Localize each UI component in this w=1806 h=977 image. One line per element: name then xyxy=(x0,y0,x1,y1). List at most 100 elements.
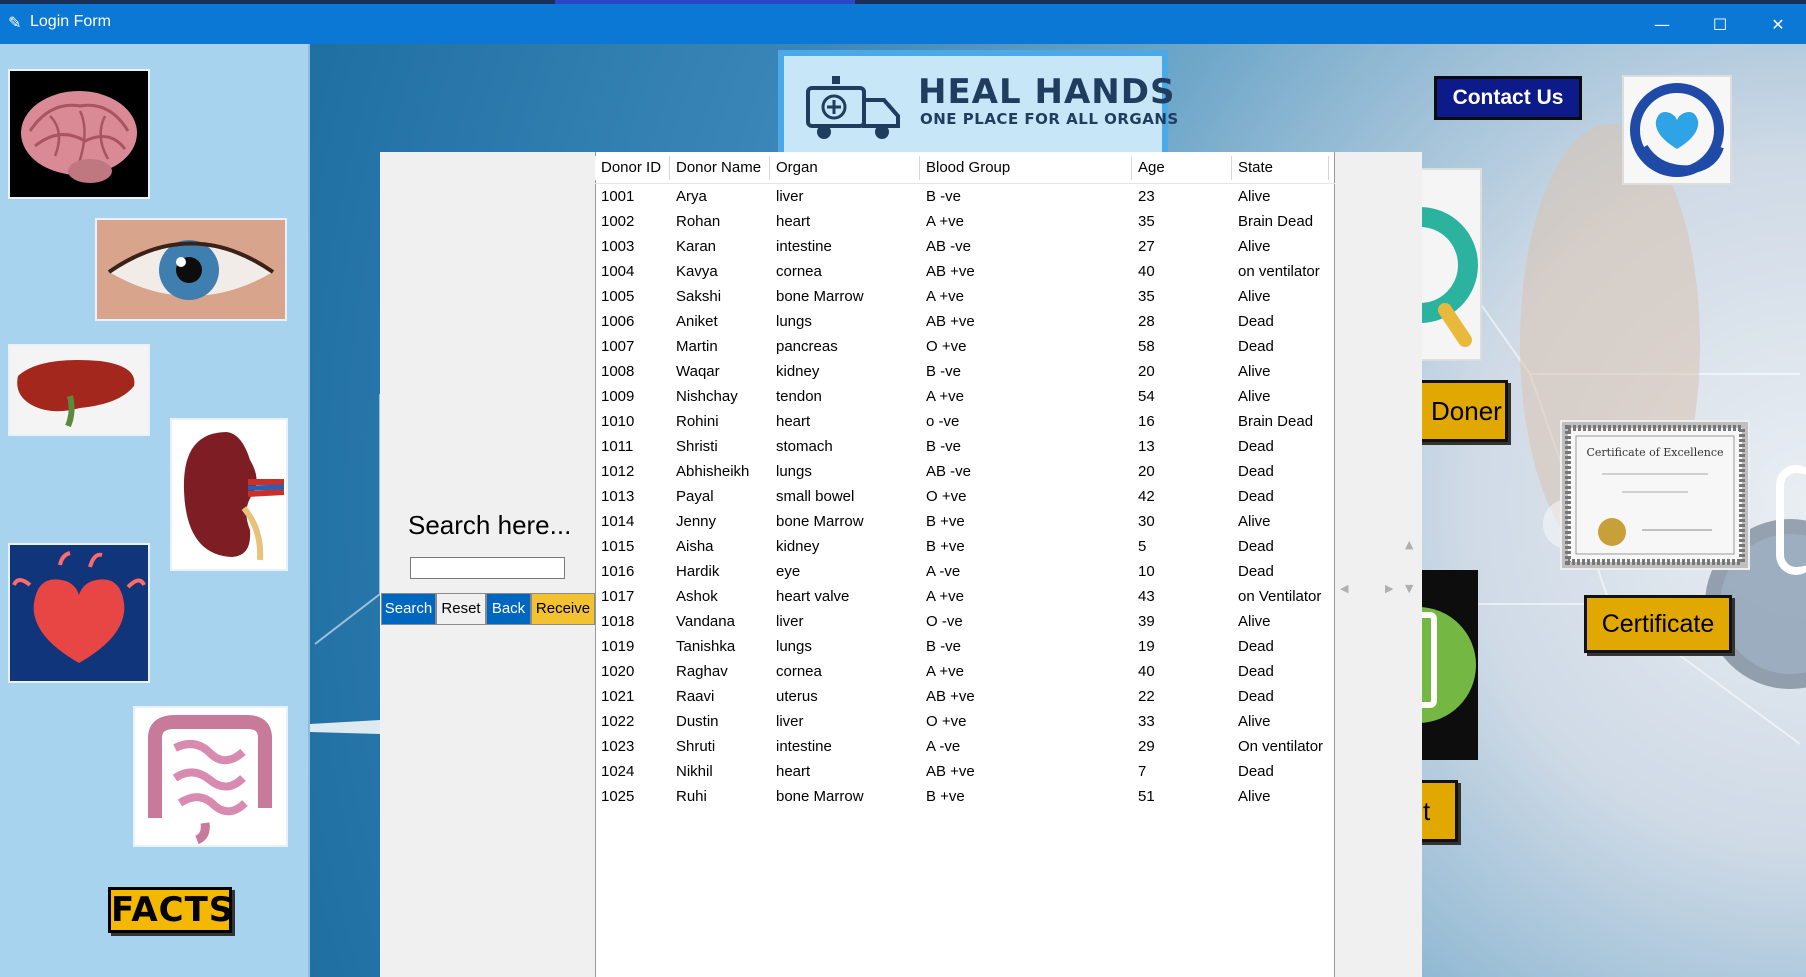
state-cell: Dead xyxy=(1238,338,1274,355)
donor-id-cell: 1002 xyxy=(601,213,635,230)
liver-icon[interactable] xyxy=(8,344,150,436)
maximize-button[interactable]: ☐ xyxy=(1692,4,1748,44)
age-cell: 13 xyxy=(1138,438,1155,455)
column-header-organ[interactable]: Organ xyxy=(770,156,920,180)
organ-cell: eye xyxy=(776,563,801,580)
donor-name-cell: Shruti xyxy=(676,738,716,755)
state-cell: Alive xyxy=(1238,788,1271,805)
scroll-area xyxy=(1335,152,1422,977)
organ-cell: cornea xyxy=(776,263,822,280)
search-label: Search here... xyxy=(408,510,572,540)
doner-button[interactable]: Doner xyxy=(1418,380,1508,442)
donor-name-cell: Ashok xyxy=(676,588,718,605)
donor-name-cell: Martin xyxy=(676,338,718,355)
donor-id-cell: 1012 xyxy=(601,463,635,480)
donor-id-cell: 1014 xyxy=(601,513,635,530)
donor-id-cell: 1013 xyxy=(601,488,635,505)
age-cell: 54 xyxy=(1138,388,1155,405)
organ-cell: bone Marrow xyxy=(776,513,864,530)
search-input[interactable] xyxy=(410,557,565,579)
column-header-blood-group[interactable]: Blood Group xyxy=(920,156,1132,180)
age-cell: 5 xyxy=(1138,538,1147,555)
scroll-down-icon[interactable]: ▼ xyxy=(1405,582,1413,595)
blood-group-cell: B -ve xyxy=(926,363,962,380)
age-cell: 33 xyxy=(1138,713,1155,730)
donor-name-cell: Rohini xyxy=(676,413,719,430)
scroll-up-icon[interactable]: ▲ xyxy=(1405,538,1413,551)
state-cell: Alive xyxy=(1238,288,1271,305)
search-tile-icon[interactable] xyxy=(1418,168,1482,361)
receive-button[interactable]: Receive xyxy=(531,593,595,625)
column-header-donor-id[interactable]: Donor ID xyxy=(595,156,670,180)
donor-name-cell: Aniket xyxy=(676,313,718,330)
blood-group-cell: A +ve xyxy=(926,288,964,305)
state-cell: Dead xyxy=(1238,663,1274,680)
donor-name-cell: Ruhi xyxy=(676,788,707,805)
donor-id-cell: 1024 xyxy=(601,763,635,780)
state-cell: Alive xyxy=(1238,363,1271,380)
age-cell: 20 xyxy=(1138,463,1155,480)
age-cell: 35 xyxy=(1138,213,1155,230)
organ-cell: lungs xyxy=(776,463,812,480)
blood-group-cell: A +ve xyxy=(926,663,964,680)
organ-cell: lungs xyxy=(776,638,812,655)
eye-icon[interactable] xyxy=(95,218,287,321)
state-cell: Dead xyxy=(1238,688,1274,705)
donor-name-cell: Arya xyxy=(676,188,707,205)
organ-cell: heart xyxy=(776,763,811,780)
state-cell: Alive xyxy=(1238,613,1271,630)
contact-us-button[interactable]: Contact Us xyxy=(1434,76,1582,120)
column-header-donor-name[interactable]: Donor Name xyxy=(670,156,770,180)
donor-id-cell: 1005 xyxy=(601,288,635,305)
donor-id-cell: 1004 xyxy=(601,263,635,280)
age-cell: 28 xyxy=(1138,313,1155,330)
state-cell: on ventilator xyxy=(1238,263,1320,280)
blood-group-cell: AB +ve xyxy=(926,263,975,280)
donor-id-cell: 1016 xyxy=(601,563,635,580)
window-titlebar: ✎ Login Form — ☐ ✕ xyxy=(0,0,1806,44)
intestine-icon[interactable] xyxy=(133,706,288,847)
blood-group-cell: B -ve xyxy=(926,438,962,455)
age-cell: 39 xyxy=(1138,613,1155,630)
state-cell: Alive xyxy=(1238,188,1271,205)
close-button[interactable]: ✕ xyxy=(1750,4,1806,44)
blood-group-cell: AB +ve xyxy=(926,688,975,705)
kidney-icon[interactable] xyxy=(170,418,288,571)
age-cell: 7 xyxy=(1138,763,1147,780)
age-cell: 35 xyxy=(1138,288,1155,305)
organ-cell: stomach xyxy=(776,438,833,455)
blood-group-cell: A +ve xyxy=(926,213,964,230)
column-header-age[interactable]: Age xyxy=(1132,156,1232,180)
state-cell: Dead xyxy=(1238,463,1274,480)
minimize-button[interactable]: — xyxy=(1634,4,1690,44)
blood-group-cell: B +ve xyxy=(926,513,965,530)
scroll-left-icon[interactable]: ◀ xyxy=(1340,582,1348,595)
organ-cell: pancreas xyxy=(776,338,838,355)
donor-id-cell: 1007 xyxy=(601,338,635,355)
column-header-state[interactable]: State xyxy=(1232,156,1329,180)
scroll-right-icon[interactable]: ▶ xyxy=(1385,582,1393,595)
state-cell: Alive xyxy=(1238,238,1271,255)
search-button[interactable]: Search xyxy=(381,593,436,625)
certificate-image: Certificate of Excellence xyxy=(1560,420,1750,570)
partial-button[interactable]: t xyxy=(1418,780,1458,842)
donor-id-cell: 1006 xyxy=(601,313,635,330)
green-tile-icon[interactable] xyxy=(1418,570,1478,760)
donor-id-cell: 1008 xyxy=(601,363,635,380)
donor-name-cell: Nishchay xyxy=(676,388,738,405)
organ-cell: intestine xyxy=(776,238,832,255)
reset-button[interactable]: Reset xyxy=(436,593,486,625)
facts-button[interactable]: FACTS xyxy=(108,887,233,933)
age-cell: 51 xyxy=(1138,788,1155,805)
state-cell: Dead xyxy=(1238,313,1274,330)
blood-group-cell: O -ve xyxy=(926,613,963,630)
back-button[interactable]: Back xyxy=(486,593,531,625)
certificate-button[interactable]: Certificate xyxy=(1584,595,1732,653)
heart-organ-icon[interactable] xyxy=(8,543,150,683)
organ-cell: kidney xyxy=(776,538,820,555)
donor-name-cell: Kavya xyxy=(676,263,718,280)
age-cell: 16 xyxy=(1138,413,1155,430)
donor-id-cell: 1025 xyxy=(601,788,635,805)
brain-icon[interactable] xyxy=(8,69,150,199)
donor-id-cell: 1023 xyxy=(601,738,635,755)
